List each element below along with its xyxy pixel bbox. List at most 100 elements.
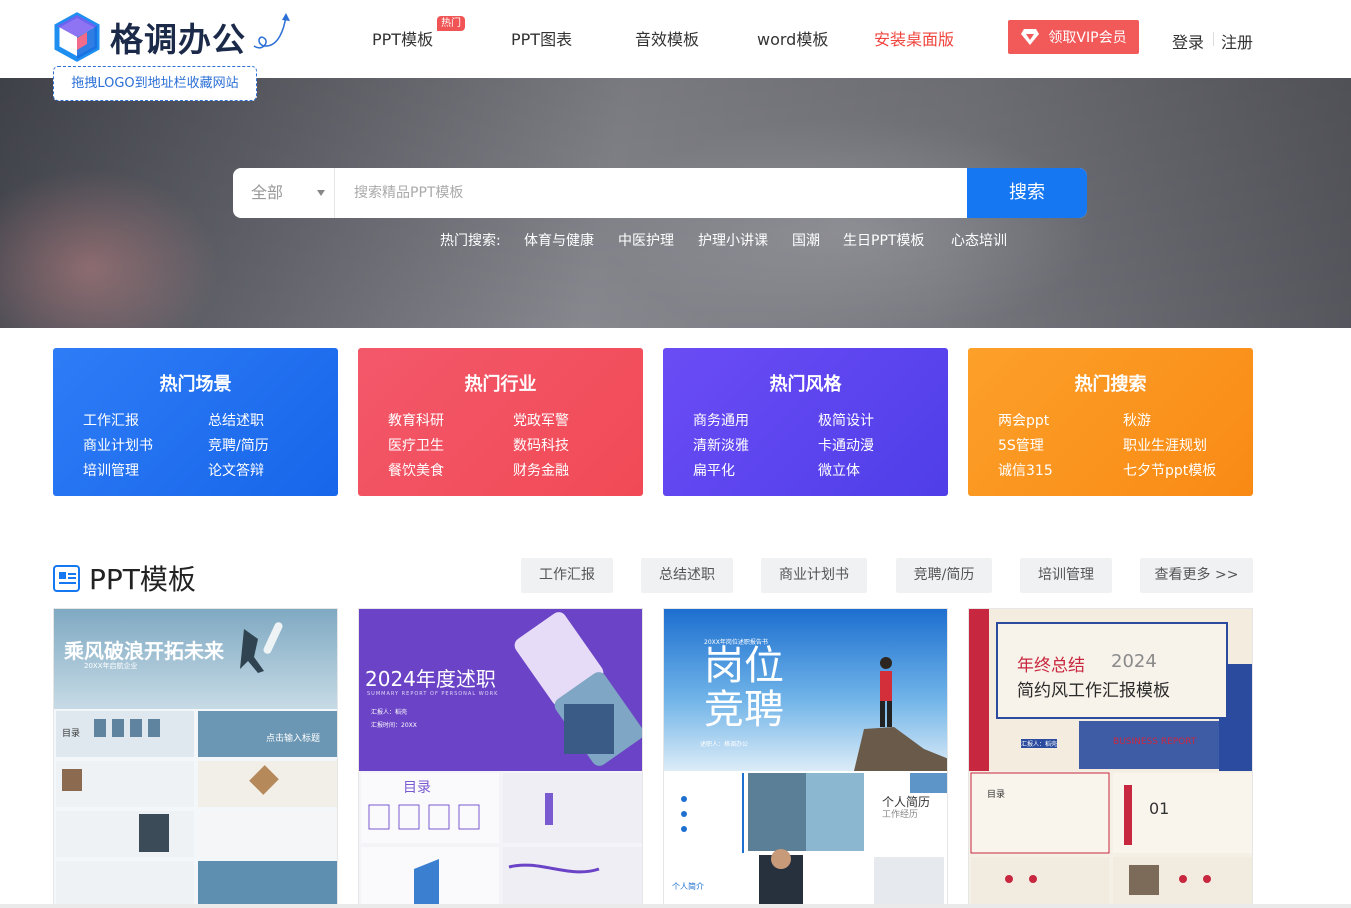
tab-business-plan[interactable]: 商业计划书 xyxy=(761,558,867,593)
template-card[interactable]: 2024年度述职 SUMMARY REPORT OF PERSONAL WORK… xyxy=(358,608,643,908)
card-link[interactable]: 餐饮美食 xyxy=(388,460,444,480)
card-link[interactable]: 教育科研 xyxy=(388,410,444,430)
card-link[interactable]: 极简设计 xyxy=(818,410,874,430)
login-link[interactable]: 登录 xyxy=(1172,29,1204,53)
nav-install-desktop[interactable]: 安装桌面版 xyxy=(874,26,954,50)
search-input[interactable] xyxy=(336,168,966,218)
card-hot-styles: 热门风格 商务通用 极简设计 清新淡雅 卡通动漫 扁平化 微立体 xyxy=(663,348,948,496)
template-resume-sub: 工作经历 xyxy=(882,810,919,820)
template-intro: 个人简介 xyxy=(672,882,704,891)
page-bottom-edge xyxy=(0,904,1351,908)
template-slide-title: 点击输入标题 xyxy=(266,734,321,744)
card-link[interactable]: 论文答辩 xyxy=(208,460,264,480)
template-title-a: 年终总结 xyxy=(1017,656,1085,676)
hot-search-term[interactable]: 国潮 xyxy=(792,230,820,250)
template-preview xyxy=(359,609,642,907)
card-link[interactable]: 微立体 xyxy=(818,460,860,480)
card-link[interactable]: 5S管理 xyxy=(998,435,1044,455)
card-link[interactable]: 清新淡雅 xyxy=(693,435,749,455)
tab-training[interactable]: 培训管理 xyxy=(1020,558,1112,593)
card-link[interactable]: 秋游 xyxy=(1123,410,1151,430)
card-link[interactable]: 工作汇报 xyxy=(83,410,139,430)
template-number: 01 xyxy=(1149,799,1170,818)
card-link[interactable]: 培训管理 xyxy=(83,460,139,480)
search-category-value: 全部 xyxy=(251,183,284,202)
site-header: 格调办公 拖拽LOGO到地址栏收藏网站 PPT模板 热门 PPT图表 音效模板 … xyxy=(0,0,1351,101)
search-category-select[interactable]: 全部 xyxy=(233,168,335,218)
register-link[interactable]: 注册 xyxy=(1221,29,1253,53)
card-link[interactable]: 医疗卫生 xyxy=(388,435,444,455)
section-title: PPT模板 xyxy=(89,563,196,596)
card-link[interactable]: 诚信315 xyxy=(998,460,1053,480)
template-reporter: 汇报人：稻壳 xyxy=(1021,739,1058,748)
search-button[interactable]: 搜索 xyxy=(967,168,1087,218)
hot-search-term[interactable]: 中医护理 xyxy=(618,230,674,250)
template-title: 乘风破浪开拓未来 xyxy=(64,639,224,663)
nav-sound-templates[interactable]: 音效模板 xyxy=(635,26,699,50)
card-link[interactable]: 总结述职 xyxy=(208,410,264,430)
auth-divider xyxy=(1213,32,1214,46)
hot-search-term[interactable]: 体育与健康 xyxy=(524,230,594,250)
card-link[interactable]: 职业生涯规划 xyxy=(1123,435,1207,455)
site-logo[interactable]: 格调办公 xyxy=(52,12,246,62)
template-title: 2024年度述职 xyxy=(365,667,496,691)
template-date: 汇报时间：20XX xyxy=(371,722,417,729)
template-reporter: 汇报人：稻壳 xyxy=(371,709,408,716)
card-link[interactable]: 财务金融 xyxy=(513,460,569,480)
hot-search-term[interactable]: 心态培训 xyxy=(951,230,1007,250)
template-toc: 目录 xyxy=(403,780,431,796)
ppt-section-header: PPT模板 xyxy=(53,558,196,598)
card-link[interactable]: 商业计划书 xyxy=(83,435,153,455)
card-title: 热门行业 xyxy=(464,374,537,395)
hot-badge: 热门 xyxy=(437,16,465,31)
hot-search-label: 热门搜索: xyxy=(440,233,501,249)
card-link[interactable]: 七夕节ppt模板 xyxy=(1123,460,1216,480)
logo-text: 格调办公 xyxy=(110,20,246,59)
card-title: 热门风格 xyxy=(769,374,842,395)
tab-summary[interactable]: 总结述职 xyxy=(641,558,733,593)
card-title: 热门场景 xyxy=(159,374,232,395)
category-cards: 热门场景 工作汇报 总结述职 商业计划书 竞聘/简历 培训管理 论文答辩 热门行… xyxy=(53,348,1253,496)
card-link[interactable]: 卡通动漫 xyxy=(818,435,874,455)
template-subtitle: SUMMARY REPORT OF PERSONAL WORK xyxy=(367,691,499,697)
card-link[interactable]: 两会ppt xyxy=(998,410,1049,430)
hot-search-term[interactable]: 生日PPT模板 xyxy=(843,230,924,250)
template-card[interactable]: 乘风破浪开拓未来 20XX年启航企业 目录 点击输入标题 xyxy=(53,608,338,908)
vip-button[interactable]: 领取VIP会员 xyxy=(1008,20,1139,54)
tab-work-report[interactable]: 工作汇报 xyxy=(521,558,613,593)
card-link[interactable]: 党政军警 xyxy=(513,410,569,430)
view-more-link[interactable]: 查看更多 >> xyxy=(1140,558,1253,593)
nav-ppt-charts[interactable]: PPT图表 xyxy=(511,26,572,50)
template-toc: 目录 xyxy=(62,729,81,739)
template-reporter: 述职人：格调办公 xyxy=(700,741,749,748)
card-hot-scenes: 热门场景 工作汇报 总结述职 商业计划书 竞聘/简历 培训管理 论文答辩 xyxy=(53,348,338,496)
card-link[interactable]: 商务通用 xyxy=(693,410,749,430)
template-brand: BUSINESS REPORT xyxy=(1113,737,1197,747)
template-title-b: 竞聘 xyxy=(704,687,784,733)
template-card[interactable]: 年终总结 2024 简约风工作汇报模板 汇报人：稻壳 BUSINESS REPO… xyxy=(968,608,1253,908)
hot-search-term[interactable]: 护理小讲课 xyxy=(698,230,768,250)
drag-logo-tip: 拖拽LOGO到地址栏收藏网站 xyxy=(53,66,257,101)
nav-word-templates[interactable]: word模板 xyxy=(757,26,828,50)
document-list-icon xyxy=(53,564,80,592)
nav-ppt-templates[interactable]: PPT模板 xyxy=(372,26,433,50)
card-link[interactable]: 扁平化 xyxy=(693,460,735,480)
template-year: 2024 xyxy=(1111,651,1157,672)
template-subtitle: 20XX年启航企业 xyxy=(84,662,138,670)
caret-down-icon xyxy=(317,190,325,196)
template-title-b: 简约风工作汇报模板 xyxy=(1017,681,1170,701)
card-link[interactable]: 竞聘/简历 xyxy=(208,435,269,455)
template-toc: 目录 xyxy=(987,790,1006,800)
template-card[interactable]: 20XX年岗位述职报告书 岗位 竞聘 述职人：格调办公 个人简历 工作经历 个人… xyxy=(663,608,948,908)
vip-button-label: 领取VIP会员 xyxy=(1048,30,1127,46)
card-link[interactable]: 数码科技 xyxy=(513,435,569,455)
card-title: 热门搜索 xyxy=(1074,374,1147,395)
card-hot-searches: 热门搜索 两会ppt 秋游 5S管理 职业生涯规划 诚信315 七夕节ppt模板 xyxy=(968,348,1253,496)
search-bar: 全部 搜索 xyxy=(233,168,1087,218)
tab-resume[interactable]: 竞聘/简历 xyxy=(896,558,992,593)
template-title-a: 岗位 xyxy=(704,643,784,689)
card-hot-industries: 热门行业 教育科研 党政军警 医疗卫生 数码科技 餐饮美食 财务金融 xyxy=(358,348,643,496)
logo-icon xyxy=(54,12,100,62)
diamond-icon xyxy=(1021,29,1040,45)
logo-swoosh-icon xyxy=(253,13,290,49)
